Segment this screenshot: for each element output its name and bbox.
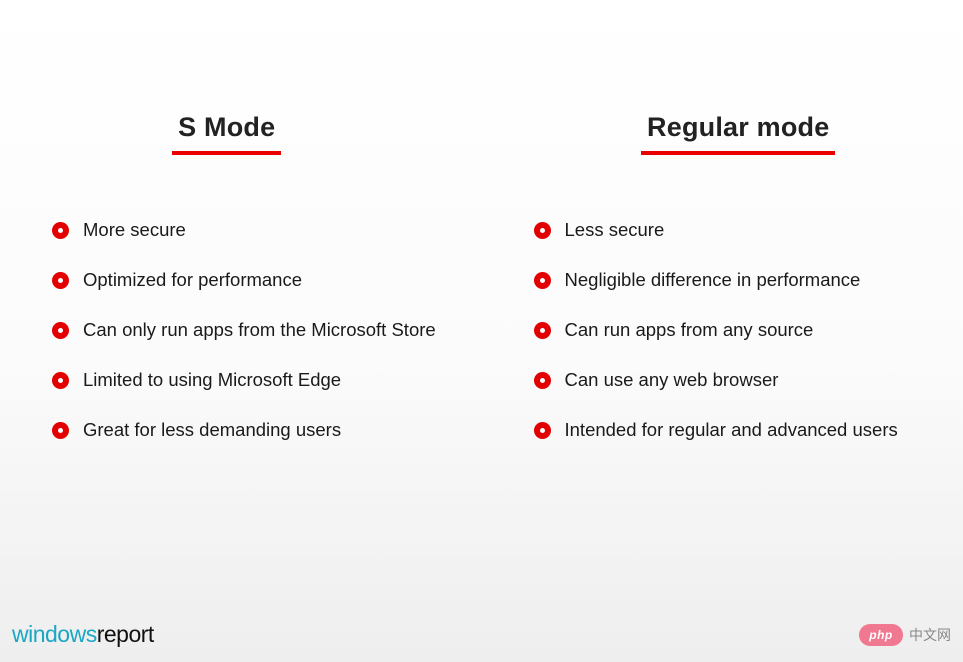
bullet-icon bbox=[52, 422, 69, 439]
footer-watermark: php 中文网 bbox=[859, 624, 951, 646]
list-item: More secure bbox=[52, 219, 462, 241]
list-item-label: Can only run apps from the Microsoft Sto… bbox=[83, 319, 436, 341]
heading-s-mode: S Mode bbox=[172, 112, 281, 155]
list-item: Great for less demanding users bbox=[52, 419, 462, 441]
list-item: Can run apps from any source bbox=[534, 319, 944, 341]
list-regular-mode: Less secure Negligible difference in per… bbox=[534, 219, 944, 441]
bullet-icon bbox=[52, 222, 69, 239]
list-item-label: Less secure bbox=[565, 219, 665, 241]
bullet-icon bbox=[534, 222, 551, 239]
bullet-icon bbox=[534, 272, 551, 289]
list-item: Intended for regular and advanced users bbox=[534, 419, 944, 441]
heading-wrap-left: S Mode bbox=[52, 112, 462, 155]
list-item: Can only run apps from the Microsoft Sto… bbox=[52, 319, 462, 341]
footer-brand: windowsreport bbox=[12, 621, 154, 648]
list-item: Negligible difference in performance bbox=[534, 269, 944, 291]
php-badge-label: php bbox=[869, 628, 893, 642]
brand-part-1: windows bbox=[12, 621, 97, 647]
list-item: Optimized for performance bbox=[52, 269, 462, 291]
bullet-icon bbox=[52, 322, 69, 339]
list-item-label: Limited to using Microsoft Edge bbox=[83, 369, 341, 391]
column-regular-mode: Regular mode Less secure Negligible diff… bbox=[482, 112, 963, 469]
heading-wrap-right: Regular mode bbox=[534, 112, 944, 155]
bullet-icon bbox=[534, 322, 551, 339]
list-item: Can use any web browser bbox=[534, 369, 944, 391]
php-badge-icon: php bbox=[859, 624, 903, 646]
list-item-label: Intended for regular and advanced users bbox=[565, 419, 898, 441]
heading-regular-mode: Regular mode bbox=[641, 112, 835, 155]
list-item-label: Great for less demanding users bbox=[83, 419, 341, 441]
watermark-text: 中文网 bbox=[909, 625, 951, 645]
column-s-mode: S Mode More secure Optimized for perform… bbox=[0, 112, 482, 469]
list-item-label: Negligible difference in performance bbox=[565, 269, 861, 291]
list-item: Limited to using Microsoft Edge bbox=[52, 369, 462, 391]
brand-part-2: report bbox=[97, 621, 154, 647]
list-item: Less secure bbox=[534, 219, 944, 241]
bullet-icon bbox=[534, 422, 551, 439]
list-item-label: More secure bbox=[83, 219, 186, 241]
bullet-icon bbox=[52, 272, 69, 289]
comparison-columns: S Mode More secure Optimized for perform… bbox=[0, 0, 963, 469]
bullet-icon bbox=[52, 372, 69, 389]
list-item-label: Can use any web browser bbox=[565, 369, 779, 391]
bullet-icon bbox=[534, 372, 551, 389]
list-item-label: Optimized for performance bbox=[83, 269, 302, 291]
list-s-mode: More secure Optimized for performance Ca… bbox=[52, 219, 462, 441]
list-item-label: Can run apps from any source bbox=[565, 319, 814, 341]
